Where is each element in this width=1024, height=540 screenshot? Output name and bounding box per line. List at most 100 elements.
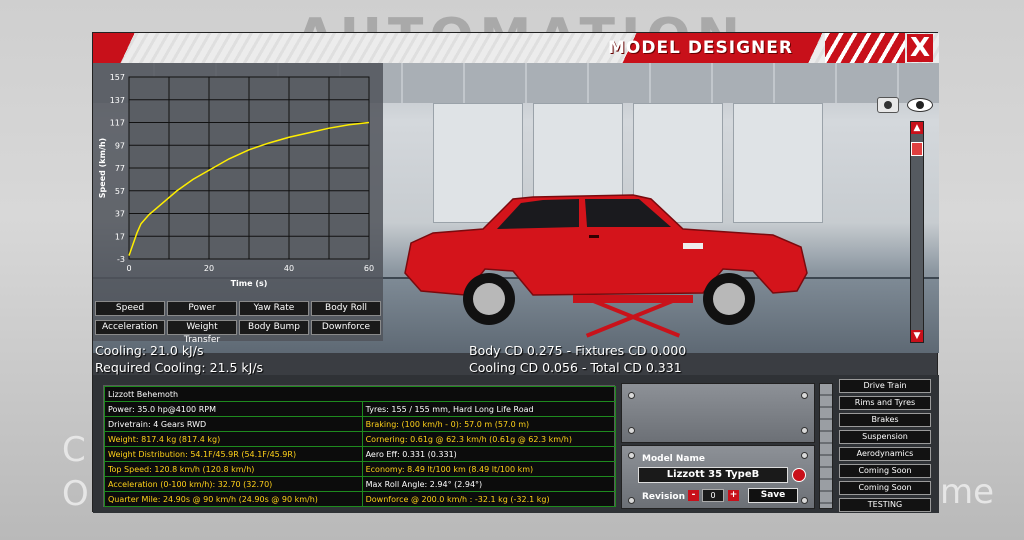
camera-icon[interactable] bbox=[877, 97, 899, 113]
background-left-text-1: C bbox=[62, 430, 86, 470]
stat-cell: Max Roll Angle: 2.94° (2.94°) bbox=[361, 476, 617, 492]
stat-cell: Economy: 8.49 lt/100 km (8.49 lt/100 km) bbox=[361, 461, 617, 477]
model-family-name: Lizzott Behemoth bbox=[104, 386, 616, 402]
bolt bbox=[801, 497, 808, 504]
scroll-down-icon[interactable]: ▼ bbox=[911, 330, 923, 342]
nav-button-coming-soon[interactable]: Coming Soon bbox=[839, 464, 931, 478]
clear-name-icon[interactable] bbox=[792, 468, 806, 482]
y-tick-label: 77 bbox=[115, 164, 125, 173]
revision-label: Revision bbox=[642, 492, 686, 502]
model-name-label: Model Name bbox=[642, 454, 705, 464]
car-model[interactable] bbox=[393, 163, 813, 333]
stats-row: Acceleration (0-100 km/h): 32.70 (32.70)… bbox=[104, 476, 617, 492]
y-tick-label: 117 bbox=[110, 119, 125, 128]
y-tick-label: 17 bbox=[115, 232, 125, 241]
cooling-cd-text: Cooling CD 0.056 - Total CD 0.331 bbox=[469, 360, 682, 375]
nav-button-rims-and-tyres[interactable]: Rims and Tyres bbox=[839, 396, 931, 410]
graph-button-yaw-rate[interactable]: Yaw Rate bbox=[239, 301, 309, 316]
graph-button-body-bump[interactable]: Body Bump bbox=[239, 320, 309, 335]
nav-button-brakes[interactable]: Brakes bbox=[839, 413, 931, 427]
nav-button-coming-soon[interactable]: Coming Soon bbox=[839, 481, 931, 495]
bolt bbox=[628, 452, 635, 459]
graph-button-power[interactable]: Power bbox=[167, 301, 237, 316]
revision-value: 0 bbox=[702, 489, 724, 502]
blank-metal-panel bbox=[621, 383, 815, 443]
y-tick-label: 157 bbox=[110, 73, 125, 82]
title-left-accent bbox=[93, 33, 183, 63]
stats-row: Weight: 817.4 kg (817.4 kg) Cornering: 0.… bbox=[104, 431, 617, 447]
performance-graph-panel: 157 137 117 97 77 57 37 17 -3 0 20 40 60 Time (s) Spee… bbox=[93, 63, 383, 345]
stat-cell: Weight: 817.4 kg (817.4 kg) bbox=[104, 431, 363, 447]
eye-icon[interactable] bbox=[907, 98, 933, 112]
close-button[interactable]: X bbox=[907, 34, 933, 62]
stat-cell: Cornering: 0.61g @ 62.3 km/h (0.61g @ 62… bbox=[361, 431, 617, 447]
x-tick-label: 60 bbox=[364, 264, 374, 273]
required-cooling-text: Required Cooling: 21.5 kJ/s bbox=[95, 360, 264, 375]
stat-cell: Aero Eff: 0.331 (0.331) bbox=[361, 446, 617, 462]
save-button[interactable]: Save bbox=[748, 488, 798, 503]
title-bar: MODEL DESIGNER X bbox=[93, 33, 939, 63]
revision-plus-button[interactable]: + bbox=[728, 490, 739, 501]
bolt bbox=[801, 392, 808, 399]
car-door-handle bbox=[589, 235, 599, 238]
revision-minus-button[interactable]: - bbox=[688, 490, 699, 501]
stats-row: Power: 35.0 hp@4100 RPM Tyres: 155 / 155 … bbox=[104, 401, 617, 417]
stat-cell: Top Speed: 120.8 km/h (120.8 km/h) bbox=[104, 461, 363, 477]
x-tick-label: 0 bbox=[126, 264, 131, 273]
graph-button-speed[interactable]: Speed bbox=[95, 301, 165, 316]
model-designer-window: MODEL DESIGNER X ▲ ▼ 157 137 117 97 77 5… bbox=[92, 32, 939, 513]
y-tick-label: 137 bbox=[110, 96, 125, 105]
stat-cell: Braking: (100 km/h - 0): 57.0 m (57.0 m) bbox=[361, 416, 617, 432]
model-name-panel: Model Name Lizzott 35 TypeB Revision - 0… bbox=[621, 445, 815, 509]
graph-button-downforce[interactable]: Downforce bbox=[311, 320, 381, 335]
stat-cell: Quarter Mile: 24.90s @ 90 km/h (24.90s @… bbox=[104, 491, 363, 507]
x-axis-label: Time (s) bbox=[231, 279, 268, 288]
x-tick-label: 20 bbox=[204, 264, 214, 273]
stat-cell: Drivetrain: 4 Gears RWD bbox=[104, 416, 363, 432]
car-hubcap bbox=[473, 283, 505, 315]
nav-button-suspension[interactable]: Suspension bbox=[839, 430, 931, 444]
vertical-scrollbar[interactable]: ▲ ▼ bbox=[910, 121, 924, 343]
y-tick-label: 57 bbox=[115, 187, 125, 196]
title-red-stripes bbox=[825, 33, 905, 63]
bolt bbox=[801, 452, 808, 459]
reset-view-icon[interactable]: ✕ bbox=[906, 350, 930, 353]
car-badge bbox=[683, 243, 703, 249]
speed-graph: 157 137 117 97 77 57 37 17 -30 20 40 60 Time (s) Spee… bbox=[98, 73, 374, 288]
graph-button-weight-transfer[interactable]: Weight Transfer bbox=[167, 320, 237, 345]
y-tick-label: -3 bbox=[117, 255, 125, 264]
stats-row: Top Speed: 120.8 km/h (120.8 km/h) Econom… bbox=[104, 461, 617, 477]
background-left-text-2: O bbox=[62, 474, 89, 514]
car-hubcap bbox=[713, 283, 745, 315]
stat-cell: Downforce @ 200.0 km/h : -32.1 kg (-32.1… bbox=[361, 491, 617, 507]
nav-button-drive-train[interactable]: Drive Train bbox=[839, 379, 931, 393]
stat-cell: Power: 35.0 hp@4100 RPM bbox=[104, 401, 363, 417]
section-nav: Drive Train Rims and Tyres Brakes Suspensio… bbox=[837, 379, 933, 515]
model-name-input[interactable]: Lizzott 35 TypeB bbox=[638, 467, 788, 483]
bolt bbox=[801, 427, 808, 434]
cooling-text: Cooling: 21.0 kJ/s bbox=[95, 343, 204, 358]
x-tick-label: 40 bbox=[284, 264, 294, 273]
graph-button-body-roll[interactable]: Body Roll bbox=[311, 301, 381, 316]
y-tick-label: 37 bbox=[115, 210, 125, 219]
graph-button-acceleration[interactable]: Acceleration bbox=[95, 320, 165, 335]
nav-button-testing[interactable]: TESTING bbox=[839, 498, 931, 512]
bolt bbox=[628, 497, 635, 504]
stat-cell: Acceleration (0-100 km/h): 32.70 (32.70) bbox=[104, 476, 363, 492]
scroll-thumb[interactable] bbox=[911, 142, 923, 156]
background-left-text: C O bbox=[62, 428, 89, 516]
bottom-panel: Lizzott Behemoth Power: 35.0 hp@4100 RPM… bbox=[93, 375, 939, 513]
scroll-up-icon[interactable]: ▲ bbox=[911, 122, 923, 134]
bolt bbox=[628, 392, 635, 399]
background-right-text: me bbox=[940, 472, 995, 512]
nav-button-aerodynamics[interactable]: Aerodynamics bbox=[839, 447, 931, 461]
y-axis-label: Speed (km/h) bbox=[98, 138, 107, 198]
stats-row: Drivetrain: 4 Gears RWD Braking: (100 km/… bbox=[104, 416, 617, 432]
stats-row: Weight Distribution: 54.1F/45.9R (54.1F/… bbox=[104, 446, 617, 462]
stat-cell: Tyres: 155 / 155 mm, Hard Long Life Road bbox=[361, 401, 617, 417]
y-tick-label: 97 bbox=[115, 141, 125, 150]
stat-cell: Weight Distribution: 54.1F/45.9R (54.1F/… bbox=[104, 446, 363, 462]
panel-rail bbox=[819, 383, 833, 509]
stats-row: Quarter Mile: 24.90s @ 90 km/h (24.90s @… bbox=[104, 491, 617, 507]
body-cd-text: Body CD 0.275 - Fixtures CD 0.000 bbox=[469, 343, 687, 358]
